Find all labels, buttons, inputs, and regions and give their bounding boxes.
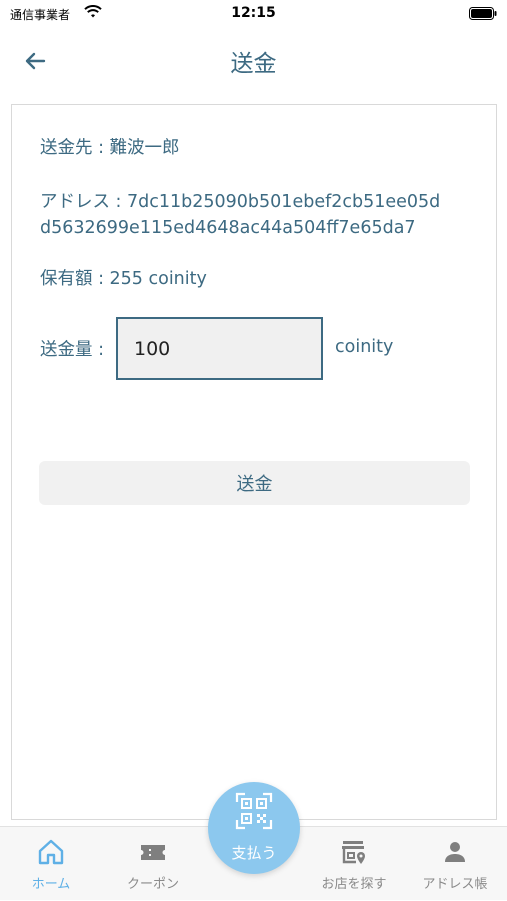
address-line-1: アドレス : 7dc11b25090b501ebef2cb51ee05d — [40, 192, 441, 212]
coupon-icon — [141, 845, 165, 860]
transfer-card: 送金先 : 難波一郎 アドレス : 7dc11b25090b501ebef2cb… — [11, 104, 497, 820]
home-icon — [38, 839, 64, 865]
tab-store-search[interactable]: お店を探す — [304, 827, 404, 901]
pay-button[interactable]: 支払う — [208, 782, 300, 874]
qr-code-icon — [235, 792, 273, 830]
person-icon — [445, 842, 465, 862]
battery-icon — [469, 7, 497, 20]
store-search-icon — [342, 841, 365, 864]
amount-input[interactable] — [116, 317, 323, 380]
address-block: アドレス : 7dc11b25090b501ebef2cb51ee05d d56… — [40, 189, 480, 241]
tab-coupon-label: クーポン — [126, 877, 179, 892]
tab-home-label: ホーム — [31, 877, 71, 892]
tab-store-search-label: お店を探す — [321, 877, 387, 892]
send-button[interactable]: 送金 — [39, 461, 470, 505]
recipient-text: 送金先 : 難波一郎 — [40, 138, 180, 158]
address-line-2: d5632699e115ed4648ac44a504ff7e65da7 — [40, 218, 416, 238]
clock: 12:15 — [231, 5, 276, 21]
pay-button-label: 支払う — [231, 844, 277, 862]
amount-label: 送金量 : — [40, 340, 104, 360]
tab-coupon[interactable]: クーポン — [103, 827, 203, 901]
status-bar: 通信事業者 12:15 — [0, 0, 507, 28]
navigation-bar: 送金 — [0, 36, 507, 86]
unit-label: coinity — [335, 337, 394, 357]
tab-address-book[interactable]: アドレス帳 — [405, 827, 505, 901]
page-title: 送金 — [230, 51, 277, 77]
tab-home[interactable]: ホーム — [1, 827, 101, 901]
balance-text: 保有額 : 255 coinity — [40, 269, 207, 289]
tab-address-book-label: アドレス帳 — [422, 877, 488, 892]
